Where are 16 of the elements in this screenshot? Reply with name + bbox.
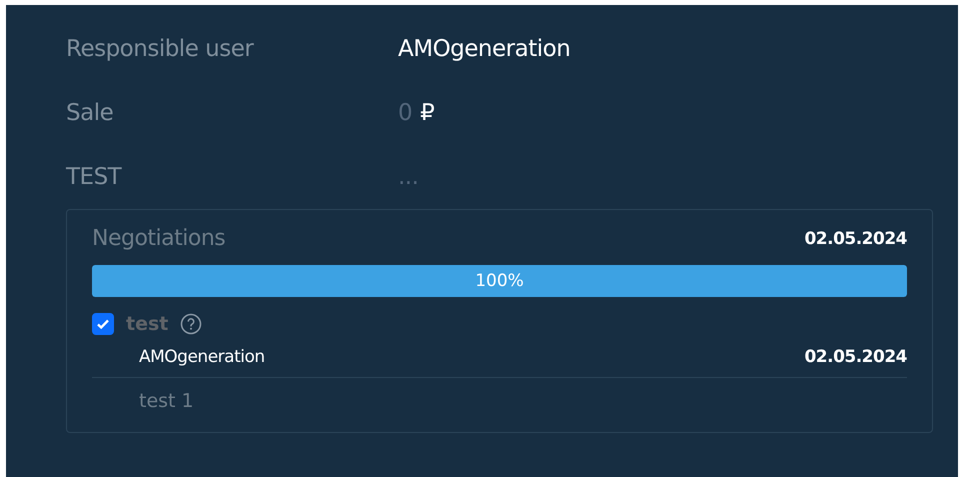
field-value[interactable]: AMOgeneration	[398, 36, 570, 62]
task-author: AMOgeneration	[139, 347, 265, 367]
currency-sign: ₽	[420, 100, 435, 126]
task-checkbox[interactable]	[92, 313, 114, 335]
stage-title: Negotiations	[92, 226, 226, 251]
help-icon[interactable]	[180, 313, 202, 335]
stage-date: 02.05.2024	[804, 228, 907, 248]
task-date: 02.05.2024	[804, 347, 907, 367]
task-label: test	[126, 313, 168, 335]
field-label: Sale	[66, 100, 114, 126]
task-text: test 1	[138, 389, 195, 412]
field-value[interactable]: 0	[398, 100, 412, 126]
field-value[interactable]: ...	[398, 164, 418, 190]
progress-reading: 100%	[475, 271, 524, 291]
field-label: Responsible user	[66, 36, 255, 62]
field-label: TEST	[66, 164, 123, 190]
